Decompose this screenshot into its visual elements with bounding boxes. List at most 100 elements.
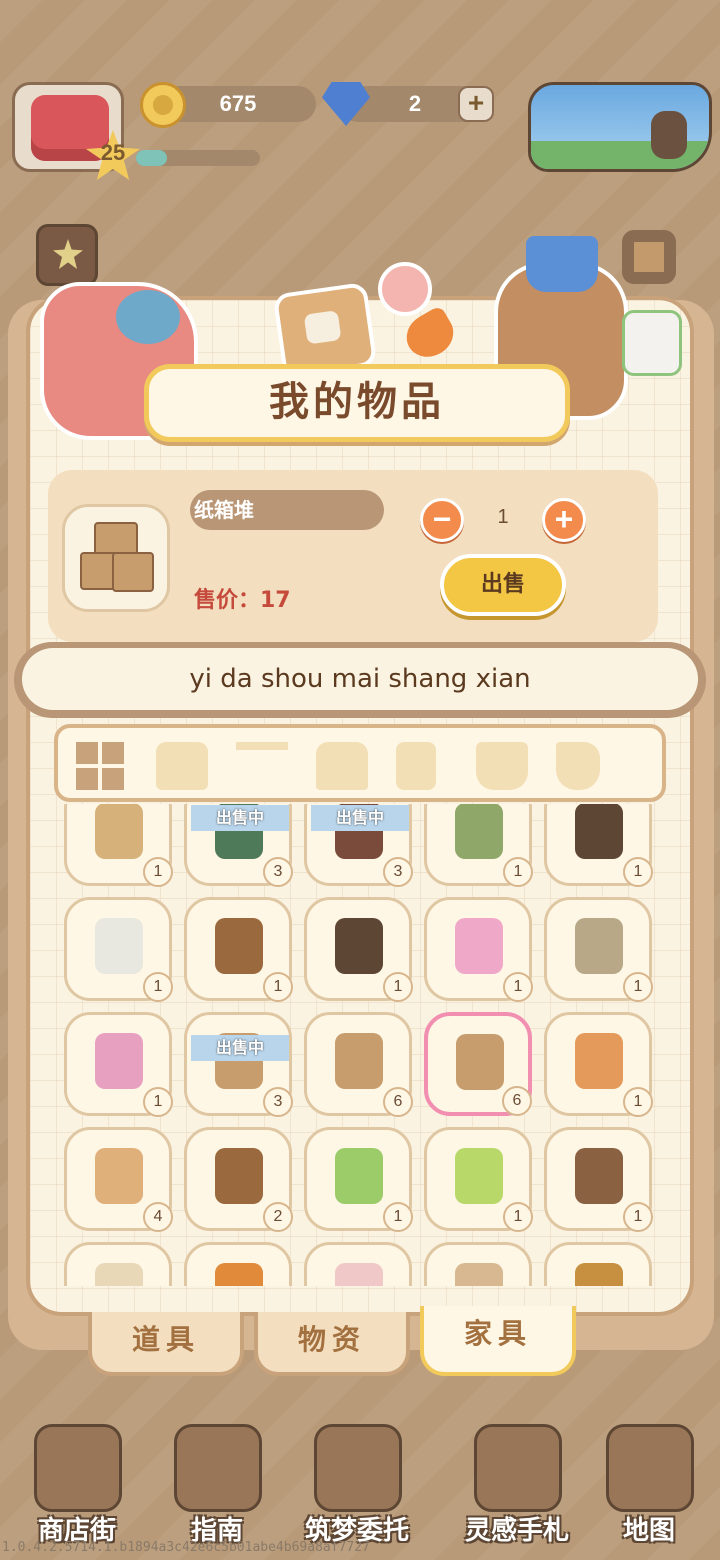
item-count: 1: [503, 857, 533, 887]
nav-item-4[interactable]: 地图: [594, 1424, 704, 1546]
increase-quantity-button[interactable]: +: [542, 498, 586, 542]
nav-item-3[interactable]: 灵感手札: [462, 1424, 572, 1546]
item-price: 售价：17: [194, 588, 291, 613]
white-shelf-icon: [95, 918, 143, 974]
pot-icon[interactable]: [476, 742, 528, 790]
on-sale-label: 出售中: [191, 1035, 289, 1061]
item-slot[interactable]: 1: [544, 1127, 653, 1232]
easel-icon: [215, 918, 263, 974]
nav-label: 地图: [622, 1516, 675, 1546]
quill-book-icon: [474, 1424, 562, 1512]
item-slot[interactable]: 1: [64, 804, 173, 887]
tab-2[interactable]: 家具: [420, 1306, 576, 1376]
item-slot[interactable]: 1: [424, 897, 533, 1002]
add-gems-button[interactable]: +: [458, 86, 494, 122]
item-count: 1: [503, 1202, 533, 1232]
item-slot[interactable]: 1: [64, 1012, 173, 1117]
item-count: 3: [383, 857, 413, 887]
item-slot[interactable]: 4: [64, 1127, 173, 1232]
tab-0[interactable]: 道具: [88, 1312, 244, 1376]
item-slot[interactable]: 1: [304, 897, 413, 1002]
box-pile-icon: [456, 1034, 504, 1090]
item-slot[interactable]: 出售中 3: [184, 1012, 293, 1117]
blue-tape-box-icon: [95, 1148, 143, 1204]
scene-thumbnail[interactable]: [528, 82, 712, 172]
item-slot[interactable]: 6: [304, 1012, 413, 1117]
drafting-table-icon: [335, 918, 383, 974]
decrease-quantity-button[interactable]: −: [420, 498, 464, 542]
table-icon[interactable]: [236, 742, 288, 790]
item-slot[interactable]: 出售中 3: [184, 804, 293, 887]
item-count: 1: [623, 1202, 653, 1232]
nav-label: 灵感手札: [464, 1516, 569, 1546]
bear-icon: [651, 111, 687, 159]
item-slot[interactable]: 1: [184, 897, 293, 1002]
item-count: 1: [143, 972, 173, 1002]
item-slot[interactable]: 1: [304, 1127, 413, 1232]
page-title: 我的物品: [269, 379, 445, 425]
bunny-cup-icon: [95, 1033, 143, 1089]
item-count: 6: [383, 1087, 413, 1117]
item-count: 1: [143, 1087, 173, 1117]
notebook-icon: [314, 1424, 402, 1512]
title-banner: 我的物品: [144, 364, 570, 442]
item-slot[interactable]: 6: [424, 1012, 532, 1116]
sell-button[interactable]: 出售: [440, 554, 566, 616]
item-slot[interactable]: 1: [544, 1012, 653, 1117]
taped-box-icon: [575, 1033, 623, 1089]
favorites-button[interactable]: [36, 224, 98, 286]
on-sale-label: 出售中: [311, 805, 409, 831]
item-grid: 1 出售中 3 出售中 3 1 1 1 1 1 1 1 1 出售中 3 6 6 1 4 2 1 1 1: [52, 804, 672, 1286]
item-slot[interactable]: [424, 1242, 532, 1286]
mushroom-stand-icon: [455, 1263, 503, 1286]
version-string: 1.0.4.2.5714.1.b1894a3c42e6c5b01abe4b69a…: [2, 1540, 370, 1555]
item-count: 1: [623, 972, 653, 1002]
on-sale-label: 出售中: [191, 805, 289, 831]
item-slot[interactable]: 1: [544, 804, 653, 887]
nav-item-1[interactable]: 指南: [162, 1424, 272, 1546]
bed-icon[interactable]: [316, 742, 368, 790]
item-slot[interactable]: 1: [424, 1127, 533, 1232]
wardrobe-icon[interactable]: [396, 742, 436, 790]
toilet-icon[interactable]: [556, 742, 600, 790]
item-slot[interactable]: [304, 1242, 412, 1286]
item-count: 1: [383, 1202, 413, 1232]
item-slot[interactable]: 出售中 3: [304, 804, 413, 887]
item-slot[interactable]: [544, 1242, 652, 1286]
quantity-value: 1: [497, 506, 509, 528]
item-slot[interactable]: 1: [544, 897, 653, 1002]
item-count: 1: [263, 972, 293, 1002]
item-slot[interactable]: 1: [64, 897, 173, 1002]
item-count: 4: [143, 1202, 173, 1232]
toast-message: yi da shou mai shang xian: [22, 648, 698, 710]
coin-icon: [140, 82, 186, 128]
plant-shelf-icon: [575, 804, 623, 859]
pink-crate-icon: [335, 1263, 383, 1286]
xp-fill: [136, 150, 167, 166]
shop-icon: [34, 1424, 122, 1512]
orange-cat-icon: [215, 1263, 263, 1286]
level-number: 25: [100, 140, 126, 165]
storage-box-button[interactable]: [622, 230, 676, 284]
box-pile-icon: [80, 522, 154, 592]
small-cabinet-icon: [95, 1263, 143, 1286]
nav-item-0[interactable]: 商店街: [22, 1424, 132, 1546]
item-slot[interactable]: [64, 1242, 172, 1286]
bucket-icon: [526, 236, 598, 292]
flower-decoration-icon: [378, 262, 432, 316]
tab-1[interactable]: 物资: [254, 1312, 410, 1376]
folding-screen-icon: [95, 804, 143, 859]
item-count: 1: [623, 1087, 653, 1117]
sofa-icon[interactable]: [156, 742, 208, 790]
nav-item-2[interactable]: 筑梦委托: [302, 1424, 412, 1546]
grid-icon[interactable]: [76, 742, 128, 790]
teddy-bear-icon: [575, 1263, 623, 1286]
item-slot[interactable]: 1: [424, 804, 533, 887]
coat-stand-icon: [575, 918, 623, 974]
item-count: 3: [263, 1087, 293, 1117]
item-name: 纸箱堆: [194, 498, 254, 522]
item-count: 1: [503, 972, 533, 1002]
item-slot[interactable]: 2: [184, 1127, 293, 1232]
xp-bar: [136, 150, 260, 166]
item-slot[interactable]: [184, 1242, 292, 1286]
